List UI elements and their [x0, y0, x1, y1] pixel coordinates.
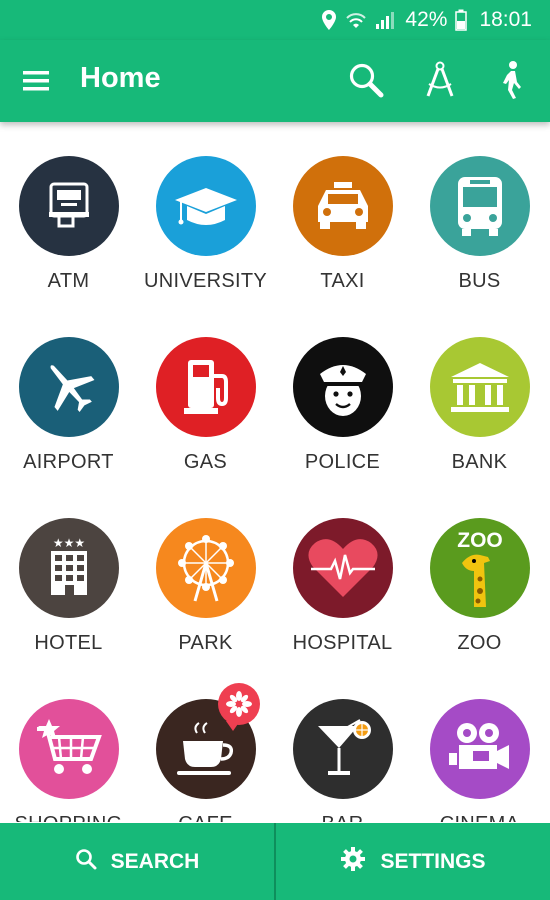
coffee-cup-icon: [155, 683, 260, 799]
category-shopping[interactable]: SHOPPING: [0, 665, 137, 822]
battery-icon: [455, 9, 468, 31]
compass-icon[interactable]: [418, 58, 462, 102]
category-bar[interactable]: BAR: [274, 665, 411, 822]
category-hospital[interactable]: HOSPITAL: [274, 484, 411, 665]
shopping-cart-icon: [18, 699, 119, 799]
flower-badge-icon: [217, 683, 260, 731]
category-gas[interactable]: GAS: [137, 303, 274, 484]
wifi-icon: [345, 10, 367, 30]
category-label: GAS: [183, 451, 228, 473]
app-bar: Home: [0, 40, 550, 122]
category-label: CINEMA: [440, 813, 520, 822]
location-icon: [321, 9, 337, 31]
settings-button[interactable]: SETTINGS: [276, 823, 550, 900]
bottom-bar: SEARCH SETTINGS: [0, 823, 550, 900]
category-label: PARK: [178, 632, 233, 654]
category-label: TAXI: [320, 270, 365, 292]
signal-icon: [375, 10, 397, 30]
giraffe-icon: ZOO: [429, 518, 530, 618]
category-cinema[interactable]: CINEMA: [411, 665, 548, 822]
category-label: POLICE: [304, 451, 381, 473]
category-bank[interactable]: BANK: [411, 303, 548, 484]
category-label: BAR: [321, 813, 363, 822]
category-label: ZOO: [457, 632, 502, 654]
settings-button-label: SETTINGS: [380, 849, 486, 873]
category-label: BUS: [458, 270, 501, 292]
search-button-label: SEARCH: [110, 849, 200, 873]
category-label: HOSPITAL: [292, 632, 393, 654]
police-officer-icon: [292, 337, 393, 437]
category-police[interactable]: POLICE: [274, 303, 411, 484]
category-bus[interactable]: BUS: [411, 122, 548, 303]
ferris-wheel-icon: [155, 518, 256, 618]
atm-icon: [18, 156, 119, 256]
category-label: AIRPORT: [23, 451, 114, 473]
category-zoo[interactable]: ZOO ZOO: [411, 484, 548, 665]
gear-icon: [340, 846, 366, 878]
clock: 18:01: [479, 8, 532, 31]
category-label: ATM: [47, 270, 90, 292]
svg-text:ZOO: ZOO: [457, 529, 503, 552]
category-grid: ATM UNIVERSITY TAXI BUS AIRPORT GAS POLI…: [0, 122, 550, 822]
category-atm[interactable]: ATM: [0, 122, 137, 303]
category-hotel[interactable]: ★★★ HOTEL: [0, 484, 137, 665]
search-icon: [75, 848, 97, 876]
category-airport[interactable]: AIRPORT: [0, 303, 137, 484]
graduation-cap-icon: [155, 156, 256, 256]
hotel-icon: ★★★: [18, 518, 119, 618]
category-label: CAFE: [178, 813, 233, 822]
battery-percentage: 42%: [405, 8, 448, 31]
search-button[interactable]: SEARCH: [0, 823, 274, 900]
svg-text:★★★: ★★★: [52, 536, 84, 550]
walking-person-icon[interactable]: [490, 58, 534, 102]
movie-camera-icon: [429, 699, 530, 799]
category-university[interactable]: UNIVERSITY: [137, 122, 274, 303]
heartbeat-icon: [292, 518, 393, 618]
cocktail-icon: [292, 699, 393, 799]
category-label: UNIVERSITY: [143, 270, 268, 292]
airplane-icon: [18, 337, 119, 437]
category-label: BANK: [451, 451, 508, 473]
category-park[interactable]: PARK: [137, 484, 274, 665]
search-icon[interactable]: [344, 58, 388, 102]
menu-icon[interactable]: [20, 66, 52, 96]
category-label: SHOPPING: [15, 813, 123, 822]
bus-icon: [429, 156, 530, 256]
category-taxi[interactable]: TAXI: [274, 122, 411, 303]
bank-icon: [429, 337, 530, 437]
category-cafe[interactable]: CAFE: [137, 665, 274, 822]
gas-pump-icon: [155, 337, 256, 437]
category-label: HOTEL: [34, 632, 103, 654]
status-bar: 42% 18:01: [0, 0, 550, 40]
page-title: Home: [80, 62, 161, 94]
taxi-icon: [292, 156, 393, 256]
